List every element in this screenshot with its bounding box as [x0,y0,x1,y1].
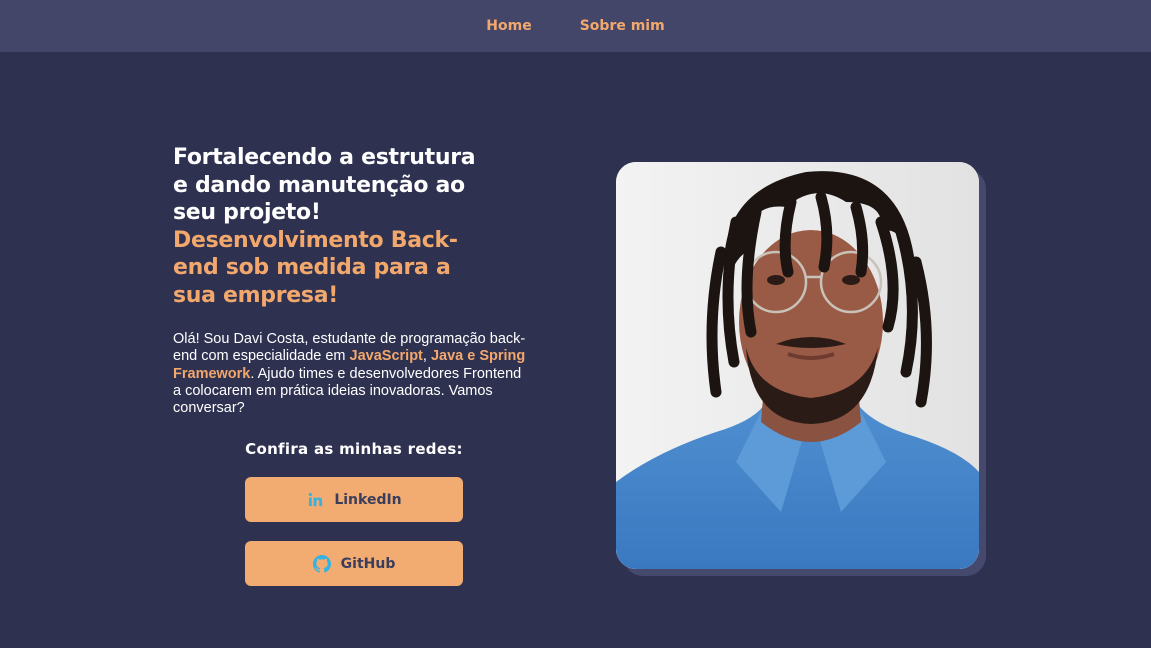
profile-photo-frame [616,162,986,576]
socials-section: Confira as minhas redes: LinkedIn GitHub [173,438,535,605]
headline-highlight-line: end sob medida para a [173,255,451,280]
linkedin-button[interactable]: LinkedIn [245,477,463,522]
headline-line: e dando manutenção ao [173,172,465,198]
top-navbar: Home Sobre mim [0,0,1151,52]
hero-section: Fortalecendo a estrutura e dando manuten… [173,144,543,417]
intro-highlight-javascript: JavaScript [349,348,423,365]
nav-link-about[interactable]: Sobre mim [580,18,665,34]
profile-photo [616,162,979,569]
linkedin-icon [306,491,324,509]
headline-line: seu projeto! [173,200,321,225]
linkedin-button-label: LinkedIn [334,491,402,508]
github-button[interactable]: GitHub [245,541,463,586]
nav-link-home[interactable]: Home [486,18,531,34]
intro-paragraph: Olá! Sou Davi Costa, estudante de progra… [173,331,533,417]
intro-separator: , [422,348,431,365]
headline-highlight-line: Desenvolvimento Back- [173,227,458,253]
hero-headline: Fortalecendo a estrutura e dando manuten… [173,144,543,309]
headline-highlight-line: sua empresa! [173,282,338,308]
github-icon [312,554,331,573]
headline-line: Fortalecendo a estrutura [173,145,476,170]
github-button-label: GitHub [340,555,396,572]
socials-title: Confira as minhas redes: [245,440,463,458]
